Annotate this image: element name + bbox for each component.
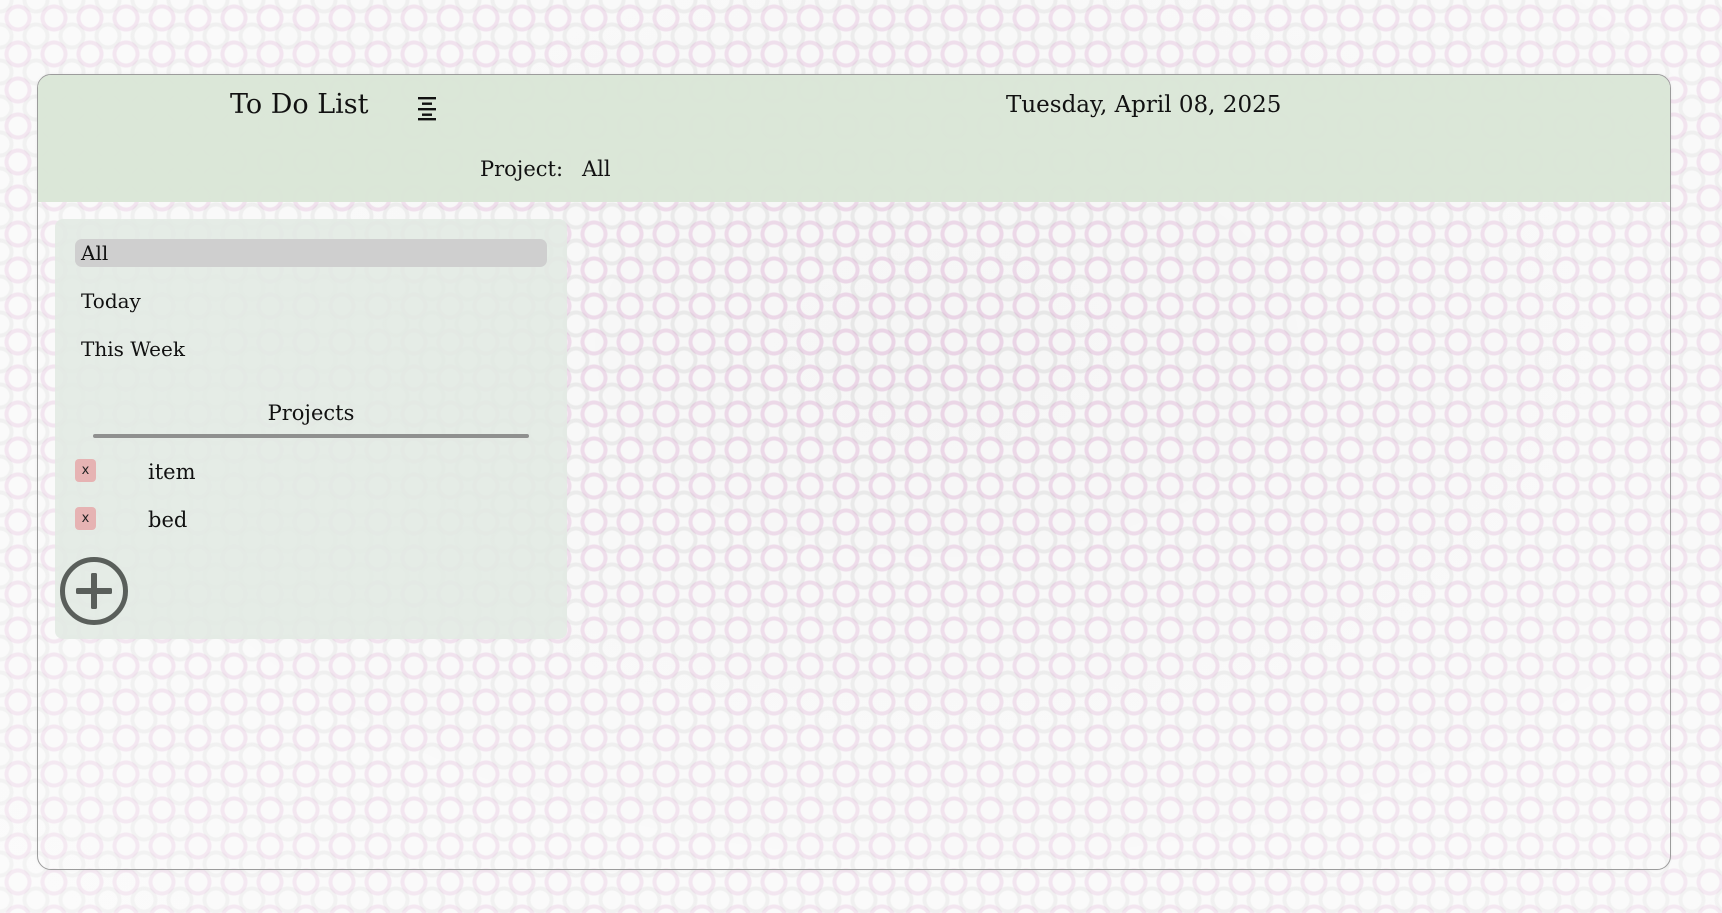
plus-circle-icon[interactable] bbox=[59, 556, 129, 626]
nav-item-today[interactable]: Today bbox=[75, 287, 547, 315]
project-item[interactable]: x bed bbox=[75, 505, 535, 535]
current-project-value: All bbox=[582, 157, 611, 181]
sidebar: All Today This Week Projects x item x be… bbox=[55, 219, 567, 639]
project-item[interactable]: x item bbox=[75, 457, 535, 487]
header: To Do List Tuesday, April 08, 2025 Proje… bbox=[38, 75, 1670, 202]
nav-item-this-week[interactable]: This Week bbox=[75, 335, 547, 363]
projects-heading: Projects bbox=[267, 401, 355, 425]
nav-item-all[interactable]: All bbox=[75, 239, 547, 267]
app-title: To Do List bbox=[230, 89, 369, 120]
projects-divider bbox=[93, 434, 529, 438]
menu-icon[interactable] bbox=[416, 95, 438, 121]
project-label: Project: bbox=[480, 157, 564, 181]
delete-project-button[interactable]: x bbox=[75, 459, 96, 482]
delete-project-button[interactable]: x bbox=[75, 507, 96, 530]
app-container: To Do List Tuesday, April 08, 2025 Proje… bbox=[37, 74, 1671, 870]
project-name[interactable]: bed bbox=[148, 505, 187, 535]
project-name[interactable]: item bbox=[148, 457, 196, 487]
current-date: Tuesday, April 08, 2025 bbox=[1006, 92, 1282, 118]
